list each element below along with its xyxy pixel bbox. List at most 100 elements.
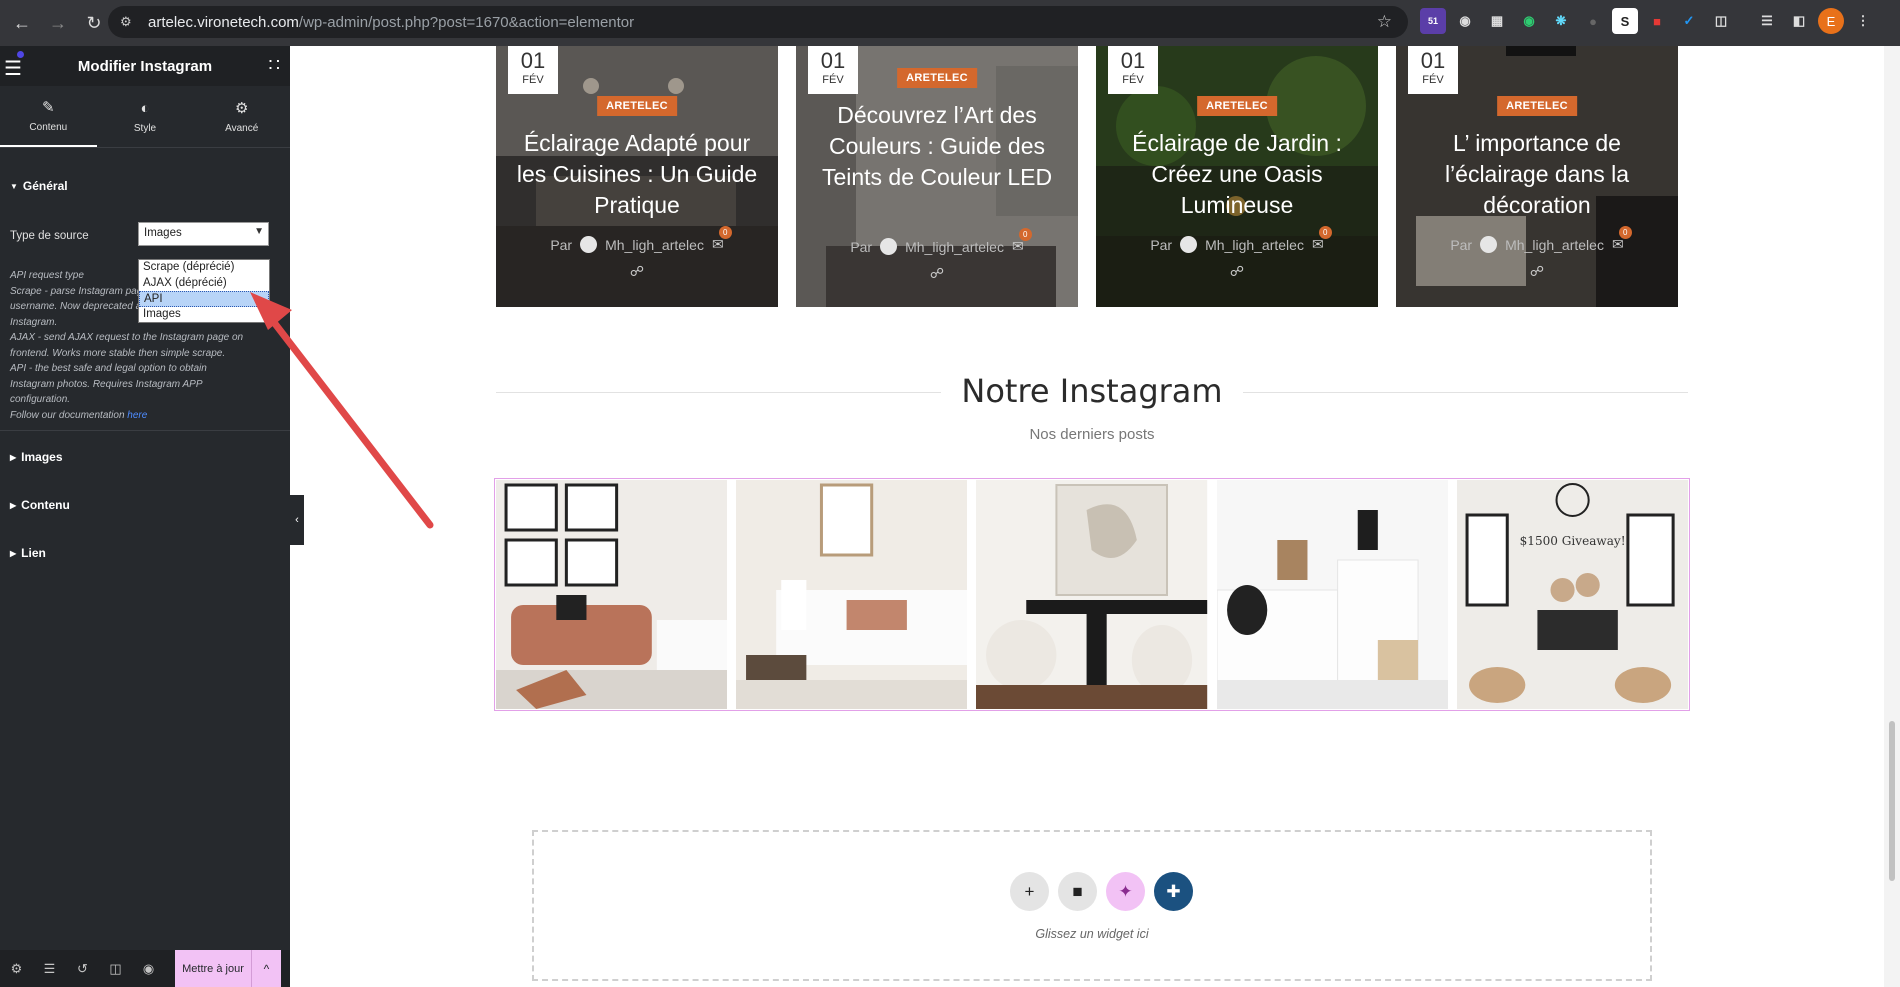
documentation-link[interactable]: here (127, 410, 147, 421)
section-contenu-toggle[interactable]: ▶ Contenu (0, 483, 290, 527)
s-extension-icon[interactable]: S (1612, 8, 1638, 34)
more-menu-icon[interactable]: ⋮ (1850, 8, 1876, 34)
puzzle-extensions-icon[interactable]: ◫ (1708, 8, 1734, 34)
source-type-dropdown: Scrape (déprécié) AJAX (déprécié) API Im… (138, 259, 270, 323)
tab-label: Contenu (29, 122, 68, 133)
responsive-icon[interactable]: ◫ (99, 961, 132, 977)
category-badge[interactable]: ARETELEC (597, 96, 677, 116)
author-avatar (880, 238, 898, 255)
post-card[interactable]: 01 FÉV ARETELEC L’ importance de l’éclai… (1396, 46, 1678, 307)
section-lien-toggle[interactable]: ▶ Lien (0, 531, 290, 575)
option-images[interactable]: Images (139, 307, 269, 323)
post-title[interactable]: Éclairage Adapté pour les Cuisines : Un … (506, 128, 768, 221)
screenshot-extension-icon[interactable]: ▦ (1484, 8, 1510, 34)
site-settings-icon[interactable]: ⚙ (120, 14, 140, 30)
help-line: configuration. (10, 394, 71, 405)
post-card[interactable]: 01 FÉV ARETELEC Découvrez l’Art des Coul… (796, 46, 1078, 307)
settings-icon[interactable]: ⚙ (0, 961, 33, 977)
share-icon[interactable]: ☍ (1096, 263, 1378, 280)
tab-label: Style (133, 122, 157, 134)
editor-panel: ☰ Modifier Instagram ∷ ✎ Contenu ◐ Style… (0, 46, 290, 987)
url-text: artelec.vironetech.com/wp-admin/post.php… (148, 13, 635, 31)
reload-icon[interactable]: ↻ (80, 9, 108, 37)
tab-style[interactable]: ◐ Style (97, 86, 194, 147)
tab-avance[interactable]: ⚙ Avancé (193, 86, 290, 147)
comment-count: 0 (1318, 226, 1332, 239)
react-extension-icon[interactable]: ❋ (1548, 8, 1574, 34)
photo-dining (976, 480, 1208, 709)
tab-contenu[interactable]: ✎ Contenu (0, 86, 97, 147)
post-date: 01 FÉV (1408, 46, 1458, 94)
reading-list-icon[interactable]: ☰ (1754, 8, 1780, 34)
instagram-photo[interactable] (976, 480, 1208, 709)
share-icon[interactable]: ☍ (1396, 263, 1678, 280)
preview-eye-icon[interactable]: ◉ (132, 961, 165, 977)
by-label: Par (850, 238, 873, 255)
red-extension-icon[interactable]: ■ (1644, 8, 1670, 34)
post-title[interactable]: Éclairage de Jardin : Créez une Oasis Lu… (1106, 128, 1368, 221)
author-avatar (580, 236, 598, 253)
back-icon[interactable]: ← (8, 9, 36, 37)
history-icon[interactable]: ↺ (66, 961, 99, 977)
widget-dropzone[interactable]: + ■ ✦ ✚ Glissez un widget ici (532, 830, 1652, 981)
post-card[interactable]: 01 FÉV ARETELEC Éclairage Adapté pour le… (496, 46, 778, 307)
source-type-select[interactable]: Images ▼ (138, 222, 269, 246)
page-scrollbar[interactable] (1884, 46, 1900, 987)
section-title: Général (22, 179, 68, 193)
sidebar-icon[interactable]: ◧ (1786, 8, 1812, 34)
update-button[interactable]: Mettre à jour (175, 950, 251, 987)
instagram-photo[interactable] (496, 480, 728, 709)
extension-badge-icon[interactable]: 51 (1420, 8, 1446, 34)
add-section-plus-icon[interactable]: + (1010, 872, 1049, 911)
forward-icon[interactable]: → (44, 9, 72, 37)
profile-avatar[interactable]: E (1818, 8, 1844, 34)
dim-extension-icon[interactable]: ● (1580, 8, 1606, 34)
check-extension-icon[interactable]: ✓ (1676, 8, 1702, 34)
post-date: 01 FÉV (808, 46, 858, 94)
comment-icon[interactable]: ✉ 0 (1012, 228, 1032, 255)
pencil-icon: ✎ (42, 99, 55, 116)
option-ajax[interactable]: AJAX (déprécié) (139, 276, 269, 292)
category-badge[interactable]: ARETELEC (1497, 96, 1577, 116)
navigator-icon[interactable]: ☰ (33, 961, 66, 977)
photo-shelves (1216, 480, 1448, 709)
template-library-folder-icon[interactable]: ■ (1058, 872, 1097, 911)
widgets-grid-icon[interactable]: ∷ (269, 55, 280, 76)
category-badge[interactable]: ARETELEC (897, 68, 977, 88)
instagram-photo[interactable] (736, 480, 968, 709)
address-bar[interactable]: ⚙ artelec.vironetech.com/wp-admin/post.p… (108, 6, 1408, 38)
category-badge[interactable]: ARETELEC (1197, 96, 1277, 116)
menu-icon[interactable]: ☰ (4, 56, 22, 81)
comment-icon[interactable]: ✉ 0 (1312, 226, 1332, 253)
author-name[interactable]: Mh_ligh_artelec (605, 237, 704, 253)
post-title[interactable]: Découvrez l’Art des Couleurs : Guide des… (806, 100, 1068, 193)
author-name[interactable]: Mh_ligh_artelec (1205, 237, 1304, 253)
ai-sparkle-icon[interactable]: ✦ (1106, 872, 1145, 911)
camera-extension-icon[interactable]: ◉ (1452, 8, 1478, 34)
share-icon[interactable]: ☍ (796, 265, 1078, 282)
page-preview: 01 FÉV ARETELEC Éclairage Adapté pour le… (304, 46, 1884, 987)
author-name[interactable]: Mh_ligh_artelec (1505, 237, 1604, 253)
share-icon[interactable]: ☍ (496, 263, 778, 280)
author-name[interactable]: Mh_ligh_artelec (905, 239, 1004, 255)
dropzone-text: Glissez un widget ici (1035, 927, 1149, 941)
instagram-photo[interactable]: $1500 Giveaway! (1456, 480, 1689, 709)
post-card[interactable]: 01 FÉV ARETELEC Éclairage de Jardin : Cr… (1096, 46, 1378, 307)
panel-collapse-toggle[interactable]: ‹ (290, 495, 304, 545)
instagram-photo[interactable] (1216, 480, 1448, 709)
instagram-gallery[interactable]: $1500 Giveaway! (494, 478, 1690, 711)
option-scrape[interactable]: Scrape (déprécié) (139, 260, 269, 276)
post-title[interactable]: L’ importance de l’éclairage dans la déc… (1406, 128, 1668, 221)
comment-icon[interactable]: ✉ 0 (1612, 226, 1632, 253)
section-general-toggle[interactable]: ▼ Général (0, 164, 290, 208)
green-extension-icon[interactable]: ◉ (1516, 8, 1542, 34)
by-label: Par (550, 236, 573, 253)
scrollbar-thumb[interactable] (1889, 721, 1895, 881)
section-images-toggle[interactable]: ▶ Images (0, 435, 290, 479)
addons-icon[interactable]: ✚ (1154, 872, 1193, 911)
option-api[interactable]: API (139, 291, 269, 307)
bookmark-star-icon[interactable]: ☆ (1377, 12, 1392, 32)
comment-icon[interactable]: ✉ 0 (712, 226, 732, 253)
update-options-chevron-icon[interactable]: ^ (251, 950, 281, 987)
date-month: FÉV (522, 74, 544, 86)
